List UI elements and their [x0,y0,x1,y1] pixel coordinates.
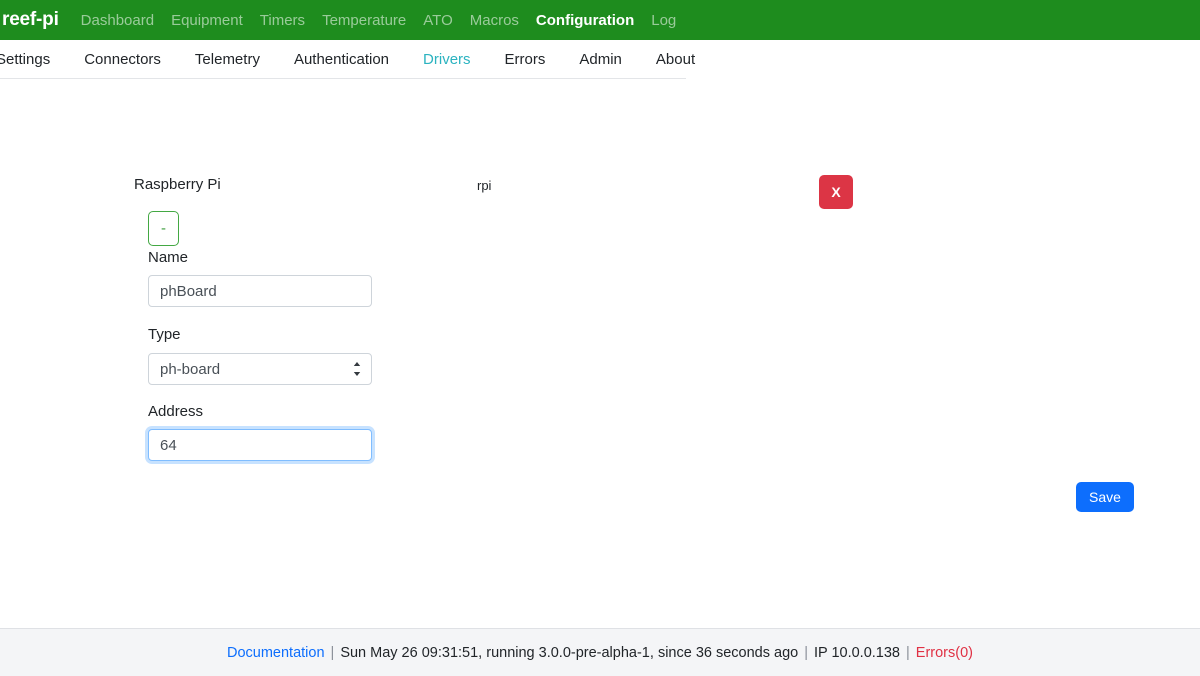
footer-version: running 3.0.0-pre-alpha-1, [486,644,654,661]
footer-separator-2: | [804,644,808,661]
main-navbar: reef-pi Dashboard Equipment Timers Tempe… [0,0,1200,40]
delete-driver-button[interactable]: X [819,175,853,209]
nav-item-log[interactable]: Log [651,12,676,29]
name-field-label: Name [148,249,189,266]
nav-item-temperature[interactable]: Temperature [322,12,406,29]
tab-telemetry[interactable]: Telemetry [195,51,260,68]
footer-ip: IP 10.0.0.138 [813,644,900,661]
driver-title: Raspberry Pi [134,176,221,193]
brand-logo[interactable]: reef-pi [2,9,59,31]
name-input[interactable] [148,275,372,307]
type-field-label: Type [148,326,181,343]
footer-separator-3: | [906,644,910,661]
nav-item-configuration[interactable]: Configuration [536,12,634,29]
driver-id-label: rpi [477,178,492,193]
tab-errors[interactable]: Errors [505,51,546,68]
tab-authentication[interactable]: Authentication [294,51,389,68]
footer-errors-link[interactable]: Errors(0) [916,645,973,661]
footer-separator-1: | [330,644,335,661]
tab-about[interactable]: About [656,51,695,68]
nav-item-equipment[interactable]: Equipment [171,12,243,29]
tab-drivers[interactable]: Drivers [423,51,471,68]
nav-item-macros[interactable]: Macros [470,12,519,29]
nav-item-dashboard[interactable]: Dashboard [81,12,154,29]
address-field-label: Address [148,403,204,420]
address-input[interactable] [148,429,372,461]
save-button[interactable]: Save [1076,482,1134,512]
driver-editor-panel: Raspberry Pi rpi X - Name Type ph-board … [0,79,1200,667]
footer-uptime: since 36 seconds ago [657,644,799,661]
nav-item-timers[interactable]: Timers [260,12,305,29]
tab-admin[interactable]: Admin [579,51,622,68]
footer-timestamp: Sun May 26 09:31:51, [340,644,483,661]
tab-connectors[interactable]: Connectors [84,51,161,68]
type-select[interactable]: ph-board [148,353,372,385]
documentation-link[interactable]: Documentation [227,645,325,661]
type-select-wrapper: ph-board [148,353,372,385]
status-footer: Documentation | Sun May 26 09:31:51, run… [0,628,1200,676]
nav-item-ato[interactable]: ATO [423,12,452,29]
collapse-toggle-button[interactable]: - [148,211,179,246]
configuration-tabbar: Settings Connectors Telemetry Authentica… [0,40,1200,79]
tab-settings[interactable]: Settings [0,51,50,68]
